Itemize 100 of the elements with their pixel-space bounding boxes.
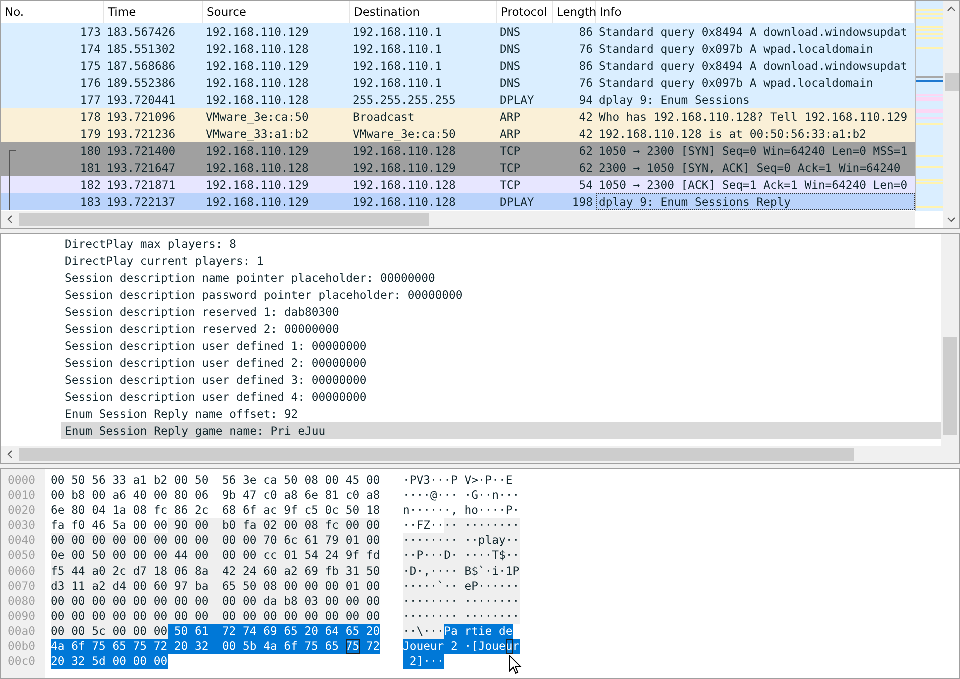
packet-number: 181 <box>1 159 104 176</box>
packet-info: 192.168.110.128 is at 00:50:56:33:a1:b2 <box>598 126 868 142</box>
byte-offset: 0020 <box>7 503 36 518</box>
scroll-up-icon[interactable] <box>947 6 956 12</box>
hex-bytes: 00 00 00 00 00 00 00 00 00 00 70 6c 61 79 01 00 <box>51 533 380 548</box>
packet-source: 192.168.110.128 <box>205 92 310 108</box>
packet-protocol: TCP <box>499 160 522 176</box>
byte-offset: 0010 <box>7 488 36 504</box>
detail-line[interactable]: Session description user defined 3: 00000000 <box>61 371 941 388</box>
byte-offset: 00c0 <box>7 654 36 670</box>
packet-length: 86 <box>578 58 594 74</box>
packet-row[interactable]: 177 193.720441 192.168.110.128 255.255.255.255 DPLAY 94 dplay 9: Enum Sessions <box>1 91 915 108</box>
packet-time: 189.552386 <box>106 74 177 91</box>
packet-destination: 192.168.110.128 <box>352 176 457 193</box>
detail-line[interactable]: Session description user defined 1: 00000000 <box>61 337 941 354</box>
packet-row[interactable]: 182 193.721871 192.168.110.129 192.168.110.128 TCP 54 1050 → 2300 [ACK] Seq=1 Ack=1 Win=64240 Len=0 <box>1 176 915 193</box>
detail-line[interactable]: Session description reserved 2: 00000000 <box>61 320 941 337</box>
ascii-bytes: ·····`·· eP······ <box>403 578 520 594</box>
mouse-pointer-icon <box>509 655 522 675</box>
ascii-bytes: ·D·,···· B$`·i·1P <box>403 564 520 579</box>
packet-destination: VMware_3e:ca:50 <box>352 126 457 142</box>
ascii-bytes: ········ ··play·· <box>403 533 520 548</box>
packet-info: Standard query 0x097b A wpad.localdomain <box>598 40 874 57</box>
packet-number: 179 <box>79 126 102 142</box>
byte-offset: 0040 <box>7 533 36 548</box>
hex-bytes: 00 b8 00 a6 40 00 80 06 9b 47 c0 a8 6e 81 c0 a8 <box>51 488 380 504</box>
packet-number: 173 <box>79 24 102 40</box>
packet-time: 193.720441 <box>106 92 177 108</box>
packet-protocol: ARP <box>499 108 522 125</box>
packet-time: 193.721236 <box>106 126 177 142</box>
hex-bytes: 4a 6f 75 65 75 72 20 32 00 5b 4a 6f 75 65 <box>51 639 346 654</box>
packet-protocol: DNS <box>499 58 522 74</box>
packet-source: 192.168.110.129 <box>205 58 310 74</box>
hex-bytes: 75 <box>346 639 360 654</box>
scrollbar-thumb[interactable] <box>943 337 957 435</box>
packet-info: Who has 192.168.110.128? Tell 192.168.110.129 <box>598 108 909 125</box>
packet-time: 193.721871 <box>106 176 177 193</box>
packet-row[interactable]: 180 193.721400 192.168.110.129 192.168.110.128 TCP 62 1050 → 2300 [SYN] Seq=0 Win=64240 Len=0 MSS=1 <box>1 142 915 159</box>
packet-protocol: DPLAY <box>499 92 536 108</box>
packet-row[interactable]: 179 193.721236 VMware_33:a1:b2 VMware_3e:ca:50 ARP 42 192.168.110.128 is at 00:50:56:33:a1:b2 <box>1 125 915 142</box>
packet-length: 76 <box>578 40 594 57</box>
scrollbar-thumb[interactable] <box>19 213 429 226</box>
packet-protocol: TCP <box>499 142 522 159</box>
hex-bytes: 50 61 72 74 69 65 20 64 65 20 <box>168 624 380 640</box>
packet-row[interactable]: 173 183.567426 192.168.110.129 192.168.110.1 DNS 86 Standard query 0x8494 A download.windowsupdat <box>1 23 915 40</box>
scroll-left-icon[interactable] <box>7 215 13 224</box>
byte-offset: 0030 <box>7 518 36 534</box>
hex-bytes: 90 00 b0 fa 02 00 08 fc 00 00 <box>168 518 380 534</box>
packet-row[interactable]: 174 185.551302 192.168.110.128 192.168.110.1 DNS 76 Standard query 0x097b A wpad.localdomain <box>1 40 915 57</box>
scrollbar-thumb[interactable] <box>944 73 958 91</box>
packet-time: 185.551302 <box>106 40 177 57</box>
ascii-bytes: Pa rtie de <box>444 624 513 640</box>
packet-source: 192.168.110.129 <box>205 194 310 210</box>
packet-destination: 192.168.110.129 <box>352 160 457 176</box>
packet-number: 175 <box>79 58 102 74</box>
packet-info: Standard query 0x097b A wpad.localdomain <box>598 74 874 91</box>
packet-number: 174 <box>79 40 102 57</box>
scroll-left-icon[interactable] <box>7 450 13 459</box>
ascii-bytes: n······, ho····P· <box>403 503 520 518</box>
byte-offset: 0000 <box>7 473 36 488</box>
detail-line[interactable]: Session description reserved 1: dab80300 <box>61 303 941 320</box>
packet-info: dplay 9: Enum Sessions Reply <box>596 193 915 210</box>
packet-number: 178 <box>79 108 102 125</box>
packet-row[interactable]: 181 193.721647 192.168.110.128 192.168.110.129 TCP 62 2300 → 1050 [SYN, ACK] Seq=0 Ack=1 Win=64240 <box>1 159 915 176</box>
packet-time: 193.722137 <box>106 194 177 210</box>
packet-length: 42 <box>578 108 594 125</box>
ascii-bytes: ··FZ·· <box>403 518 444 534</box>
packet-source: 192.168.110.129 <box>205 24 310 40</box>
packet-time: 187.568686 <box>106 58 177 74</box>
detail-line[interactable]: Session description user defined 2: 00000000 <box>61 354 941 371</box>
detail-line[interactable]: DirectPlay max players: 8 <box>61 235 941 252</box>
detail-line[interactable]: DirectPlay current players: 1 <box>61 252 941 269</box>
hex-bytes: 6e 80 04 1a 08 fc 86 2c 68 6f ac 9f c5 0c 50 18 <box>51 503 380 518</box>
scrollbar-thumb[interactable] <box>19 448 854 461</box>
detail-line[interactable]: Enum Session Reply name offset: 92 <box>61 405 941 422</box>
packet-length: 86 <box>578 24 594 40</box>
packet-info: dplay 9: Enum Sessions <box>598 92 751 108</box>
detail-line[interactable]: Session description name pointer placeholder: 00000000 <box>61 269 941 286</box>
hex-bytes: 00 00 00 00 00 00 00 00 00 00 da b8 03 00 00 00 <box>51 594 380 609</box>
packet-length: 62 <box>578 160 594 176</box>
detail-line[interactable]: Session description password pointer placeholder: 00000000 <box>61 286 941 303</box>
ascii-bytes: ········ ········ <box>403 594 520 609</box>
hex-bytes: 00 00 5c 00 00 00 <box>51 624 168 640</box>
packet-row[interactable]: 183 193.722137 192.168.110.129 192.168.110.128 DPLAY 198 dplay 9: Enum Sessions Reply <box>1 193 915 210</box>
byte-offset: 00a0 <box>7 624 36 640</box>
packet-row[interactable]: 176 189.552386 192.168.110.128 192.168.110.1 DNS 76 Standard query 0x097b A wpad.localdomain <box>1 74 915 91</box>
packet-row[interactable]: 178 193.721096 VMware_3e:ca:50 Broadcast ARP 42 Who has 192.168.110.128? Tell 192.168.110.129 <box>1 108 915 125</box>
hex-bytes: d3 11 a2 d4 00 60 97 ba 65 50 08 00 00 00 01 00 <box>51 578 380 594</box>
packet-number: 176 <box>79 74 102 91</box>
detail-line[interactable]: Session description user defined 4: 00000000 <box>61 388 941 405</box>
scroll-down-icon[interactable] <box>947 217 956 223</box>
packet-length: 76 <box>578 74 594 91</box>
packet-protocol: TCP <box>499 176 522 193</box>
packet-row[interactable]: 175 187.568686 192.168.110.129 192.168.110.1 DNS 86 Standard query 0x8494 A download.windowsupdat <box>1 57 915 74</box>
packet-destination: 192.168.110.1 <box>352 58 444 74</box>
packet-protocol: DNS <box>499 24 522 40</box>
hex-bytes: f5 44 a0 2c d7 18 06 8a 42 24 60 a2 69 fb 31 50 <box>51 564 380 579</box>
packet-info: 1050 → 2300 [SYN] Seq=0 Win=64240 Len=0 MSS=1 <box>598 142 909 159</box>
packet-protocol: DNS <box>499 40 522 57</box>
packet-destination: Broadcast <box>352 108 416 125</box>
